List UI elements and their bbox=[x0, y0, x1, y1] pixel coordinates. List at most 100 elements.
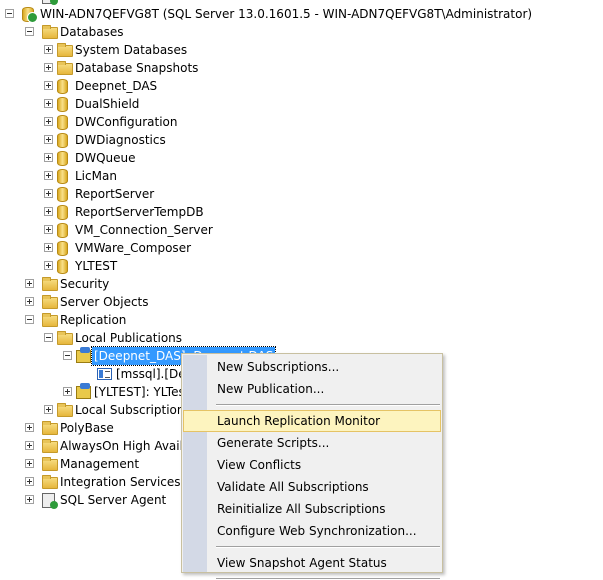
database-icon bbox=[57, 115, 68, 130]
tree-node-label[interactable]: Local Publications bbox=[73, 329, 184, 347]
expand-icon[interactable] bbox=[44, 99, 53, 108]
collapse-icon[interactable] bbox=[5, 9, 14, 18]
folder-icon bbox=[57, 403, 73, 417]
tree-node-label[interactable]: Server Objects bbox=[58, 293, 151, 311]
expand-icon[interactable] bbox=[25, 279, 34, 288]
menu-item-launch-replication-monitor[interactable]: Launch Replication Monitor bbox=[183, 410, 441, 432]
tree-node-label[interactable]: Databases bbox=[58, 23, 126, 41]
tree-node-database-snapshots[interactable]: Database Snapshots bbox=[0, 59, 603, 77]
tree-node-label[interactable]: VMWare_Composer bbox=[73, 239, 193, 257]
tree-node-yltest[interactable]: YLTEST bbox=[0, 257, 603, 275]
folder-icon bbox=[42, 457, 58, 471]
expand-icon[interactable] bbox=[44, 171, 53, 180]
expand-icon[interactable] bbox=[25, 441, 34, 450]
tree-node-databases[interactable]: Databases bbox=[0, 23, 603, 41]
tree-node-reportservertempdb[interactable]: ReportServerTempDB bbox=[0, 203, 603, 221]
menu-item-generate-scripts[interactable]: Generate Scripts... bbox=[183, 432, 441, 454]
tree-node-dwdiagnostics[interactable]: DWDiagnostics bbox=[0, 131, 603, 149]
menu-item-configure-web-synchronization[interactable]: Configure Web Synchronization... bbox=[183, 520, 441, 542]
expand-icon[interactable] bbox=[25, 459, 34, 468]
expand-icon[interactable] bbox=[44, 153, 53, 162]
tree-node-label[interactable]: DWDiagnostics bbox=[73, 131, 168, 149]
expand-icon[interactable] bbox=[44, 225, 53, 234]
folder-icon bbox=[42, 421, 58, 435]
menu-item-validate-all-subscriptions[interactable]: Validate All Subscriptions bbox=[183, 476, 441, 498]
expand-icon[interactable] bbox=[44, 117, 53, 126]
tree-node-dualshield[interactable]: DualShield bbox=[0, 95, 603, 113]
database-icon bbox=[57, 151, 68, 166]
tree-node-label[interactable]: Security bbox=[58, 275, 111, 293]
tree-node-label[interactable]: SQL Server Agent bbox=[58, 491, 168, 509]
tree-node-reportserver[interactable]: ReportServer bbox=[0, 185, 603, 203]
expand-icon[interactable] bbox=[44, 261, 53, 270]
tree-node-label[interactable]: ReportServer bbox=[73, 185, 156, 203]
tree-node-label[interactable]: WIN-ADN7QEFVG8T (SQL Server 13.0.1601.5 … bbox=[38, 5, 534, 23]
database-icon bbox=[57, 223, 68, 238]
expand-icon[interactable] bbox=[25, 423, 34, 432]
tree-node-label[interactable]: DWConfiguration bbox=[73, 113, 180, 131]
tree-node-server-objects[interactable]: Server Objects bbox=[0, 293, 603, 311]
publication-icon bbox=[76, 347, 91, 363]
tree-node-label[interactable]: AlwaysOn High Availa bbox=[58, 437, 192, 455]
menu-item-view-conflicts[interactable]: View Conflicts bbox=[183, 454, 441, 476]
tree-node-vmware-composer[interactable]: VMWare_Composer bbox=[0, 239, 603, 257]
tree-node-label[interactable]: [YLTEST]: YLTes bbox=[92, 383, 187, 401]
tree-node-label[interactable]: ReportServerTempDB bbox=[73, 203, 206, 221]
tree-node-replication[interactable]: Replication bbox=[0, 311, 603, 329]
menu-item-new-publication[interactable]: New Publication... bbox=[183, 378, 441, 400]
tree-node-deepnet-das[interactable]: Deepnet_DAS bbox=[0, 77, 603, 95]
tree-node-licman[interactable]: LicMan bbox=[0, 167, 603, 185]
expand-icon[interactable] bbox=[25, 297, 34, 306]
collapse-icon[interactable] bbox=[63, 351, 72, 360]
sql-agent-icon bbox=[42, 493, 58, 509]
expand-icon[interactable] bbox=[25, 495, 34, 504]
tree-node-label[interactable]: LicMan bbox=[73, 167, 119, 185]
expand-icon[interactable] bbox=[44, 81, 53, 90]
tree-node-label[interactable]: DualShield bbox=[73, 95, 141, 113]
tree-node-label[interactable]: Deepnet_DAS bbox=[73, 77, 159, 95]
tree-node-label[interactable]: Management bbox=[58, 455, 141, 473]
subscription-icon bbox=[97, 368, 112, 380]
tree-node-system-databases[interactable]: System Databases bbox=[0, 41, 603, 59]
tree-node-label[interactable]: System Databases bbox=[73, 41, 189, 59]
tree-node-dwconfiguration[interactable]: DWConfiguration bbox=[0, 113, 603, 131]
tree-node-win-adn7qefvg8t-sql-server-13-0-1601-5-win-adn7qefvg8t-administrator[interactable]: WIN-ADN7QEFVG8T (SQL Server 13.0.1601.5 … bbox=[0, 5, 603, 23]
expand-icon[interactable] bbox=[44, 207, 53, 216]
expand-icon[interactable] bbox=[44, 243, 53, 252]
publication-icon bbox=[76, 383, 91, 399]
database-icon bbox=[57, 187, 68, 202]
expand-icon[interactable] bbox=[44, 135, 53, 144]
tree-node-label[interactable]: Replication bbox=[58, 311, 128, 329]
tree-node-local-publications[interactable]: Local Publications bbox=[0, 329, 603, 347]
tree-node-label[interactable]: YLTEST bbox=[73, 257, 119, 275]
folder-icon bbox=[42, 295, 58, 309]
expand-icon[interactable] bbox=[25, 477, 34, 486]
expand-icon[interactable] bbox=[63, 387, 72, 396]
tree-node-label[interactable]: Database Snapshots bbox=[73, 59, 200, 77]
menu-item-view-snapshot-agent-status[interactable]: View Snapshot Agent Status bbox=[183, 552, 441, 574]
menu-item-reinitialize-all-subscriptions[interactable]: Reinitialize All Subscriptions bbox=[183, 498, 441, 520]
tree-node-vm-connection-server[interactable]: VM_Connection_Server bbox=[0, 221, 603, 239]
menu-separator bbox=[216, 546, 440, 548]
tree-node-label[interactable]: Local Subscriptions bbox=[73, 401, 193, 419]
expand-icon[interactable] bbox=[44, 189, 53, 198]
expand-icon[interactable] bbox=[44, 45, 53, 54]
tree-node-dwqueue[interactable]: DWQueue bbox=[0, 149, 603, 167]
folder-icon bbox=[42, 25, 58, 39]
menu-item-new-subscriptions[interactable]: New Subscriptions... bbox=[183, 356, 441, 378]
database-icon bbox=[57, 79, 68, 94]
database-icon bbox=[57, 241, 68, 256]
tree-node-label[interactable]: PolyBase bbox=[58, 419, 116, 437]
tree-node-label[interactable]: VM_Connection_Server bbox=[73, 221, 215, 239]
collapse-icon[interactable] bbox=[25, 315, 34, 324]
collapse-icon[interactable] bbox=[25, 27, 34, 36]
expand-icon[interactable] bbox=[44, 63, 53, 72]
folder-icon bbox=[57, 43, 73, 57]
tree-node-security[interactable]: Security bbox=[0, 275, 603, 293]
folder-icon bbox=[57, 331, 73, 345]
server-icon bbox=[22, 7, 38, 23]
expand-icon[interactable] bbox=[44, 405, 53, 414]
folder-icon bbox=[42, 439, 58, 453]
collapse-icon[interactable] bbox=[44, 333, 53, 342]
tree-node-label[interactable]: DWQueue bbox=[73, 149, 138, 167]
